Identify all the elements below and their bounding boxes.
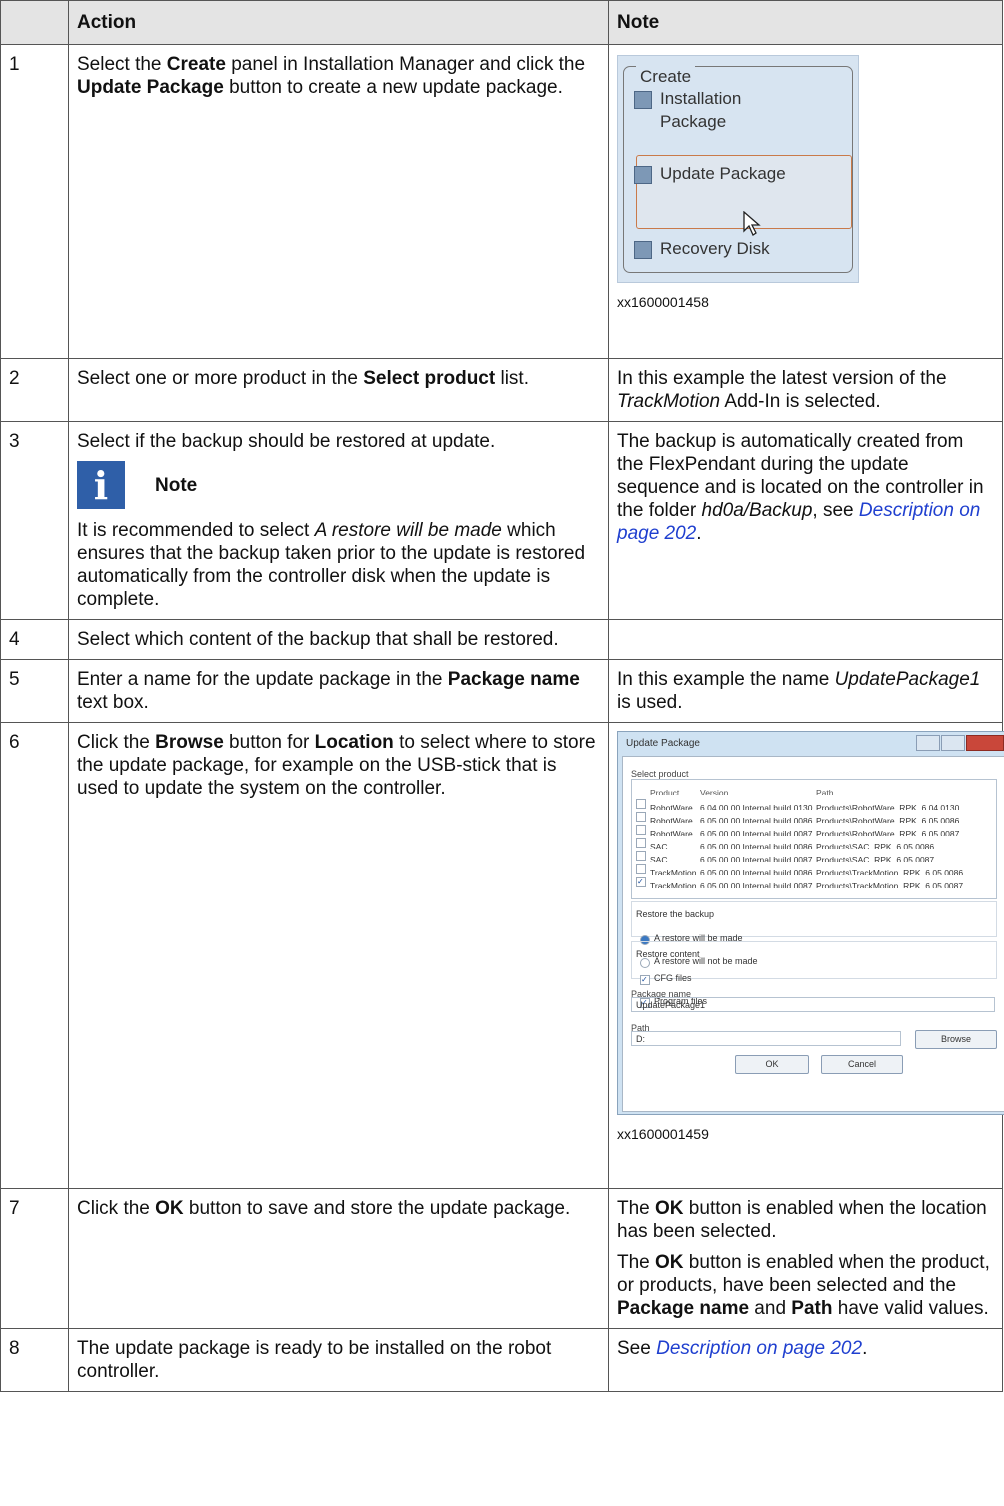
path-field[interactable]: D:: [631, 1031, 901, 1046]
product-checkbox[interactable]: [636, 799, 646, 809]
create-group: Create Installation Package Update Packa…: [623, 65, 853, 273]
minimize-icon[interactable]: [916, 735, 940, 751]
header-row: Action Note: [0, 0, 1003, 45]
header-note: Note: [608, 0, 1003, 45]
step-note: In this example the name UpdatePackage1 …: [608, 659, 1003, 723]
steps-table: Action Note 1 Select the Create panel in…: [0, 0, 1004, 1392]
note-block: i Note: [77, 461, 600, 509]
step-number: 4: [0, 619, 69, 660]
package-icon: [634, 91, 652, 109]
step-note: The OK button is enabled when the locati…: [608, 1188, 1003, 1329]
ok-button[interactable]: OK: [735, 1055, 809, 1074]
table-row: 1 Select the Create panel in Installatio…: [0, 44, 1003, 359]
step-number: 2: [0, 358, 69, 422]
image-caption: xx1600001458: [617, 294, 709, 310]
restore-backup-group: Restore the backup A restore will be mad…: [631, 901, 997, 968]
browse-button[interactable]: Browse: [915, 1030, 997, 1049]
product-row[interactable]: RobotWare 6.05.00.00 Internal build 0087 P…: [632, 823, 996, 836]
step-note: Update Package Select product Product Ve…: [608, 722, 1004, 1189]
mouse-cursor-icon: [743, 211, 761, 236]
image-caption: xx1600001459: [617, 1126, 709, 1142]
step-number: 7: [0, 1188, 69, 1329]
table-row: 4 Select which content of the backup tha…: [0, 619, 1003, 660]
table-row: 2 Select one or more product in the Sele…: [0, 358, 1003, 422]
step-action: The update package is ready to be instal…: [68, 1328, 609, 1392]
table-row: 7 Click the OK button to save and store …: [0, 1188, 1003, 1329]
package-icon: [634, 166, 652, 184]
table-row: 6 Click the Browse button for Location t…: [0, 722, 1004, 1189]
step-action: Click the OK button to save and store th…: [68, 1188, 609, 1329]
package-name-field[interactable]: UpdatePackage1: [631, 997, 995, 1012]
step-number: 3: [0, 421, 69, 620]
step-action: Click the Browse button for Location to …: [68, 722, 609, 1189]
disk-icon: [634, 241, 652, 259]
step-number: 5: [0, 659, 69, 723]
product-row[interactable]: SAC 6.05.00.00 Internal build 0087 Product…: [632, 849, 996, 862]
close-icon[interactable]: [966, 735, 1004, 751]
product-checkbox[interactable]: [636, 864, 646, 874]
step-note: The backup is automatically created from…: [608, 421, 1003, 620]
table-row: 3 Select if the backup should be restore…: [0, 421, 1003, 620]
note-title: Note: [155, 474, 198, 496]
step-action: Enter a name for the update package in t…: [68, 659, 609, 723]
product-list: Product Version Path RobotWare 6.04.00.00…: [631, 779, 997, 899]
step-note: In this example the latest version of th…: [608, 358, 1003, 422]
product-checkbox[interactable]: [636, 825, 646, 835]
header-num: [0, 0, 69, 45]
product-row[interactable]: TrackMotion 6.05.00.00 Internal build 008…: [632, 862, 996, 875]
product-row[interactable]: RobotWare 6.05.00.00 Internal build 0086 P…: [632, 810, 996, 823]
table-row: 5 Enter a name for the update package in…: [0, 659, 1003, 723]
step-action: Select if the backup should be restored …: [68, 421, 609, 620]
maximize-icon[interactable]: [941, 735, 965, 751]
product-row[interactable]: RobotWare 6.04.00.00 Internal build 0130 P…: [632, 797, 996, 810]
create-panel-screenshot: Create Installation Package Update Packa…: [617, 55, 859, 283]
product-checkbox[interactable]: ✓: [636, 877, 646, 887]
product-checkbox[interactable]: [636, 812, 646, 822]
recovery-disk-button[interactable]: Recovery Disk: [634, 237, 770, 260]
product-row[interactable]: ✓ TrackMotion 6.05.00.00 Internal build 00…: [632, 875, 996, 888]
dialog-body: Select product Product Version Path Robo…: [622, 756, 1004, 1112]
product-checkbox[interactable]: [636, 838, 646, 848]
step-action: Select one or more product in the Select…: [68, 358, 609, 422]
product-list-header: Product Version Path: [650, 788, 834, 795]
restore-content-group: Restore content ✓ CFG files ✓ Program file…: [631, 941, 997, 1008]
step-action: Select which content of the backup that …: [68, 619, 609, 660]
table-row: 8 The update package is ready to be inst…: [0, 1328, 1003, 1392]
header-action: Action: [68, 0, 609, 45]
step-number: 1: [0, 44, 69, 359]
step-number: 6: [0, 722, 69, 1189]
window-controls: [915, 735, 1004, 751]
step-number: 8: [0, 1328, 69, 1392]
installation-package-button[interactable]: Installation Package: [634, 87, 770, 133]
description-link[interactable]: Description on page 202: [656, 1338, 862, 1359]
step-action: Select the Create panel in Installation …: [68, 44, 609, 359]
update-package-dialog-screenshot: Update Package Select product Product Ve…: [617, 731, 1004, 1115]
update-package-label: Update Package: [634, 162, 786, 185]
step-note: Create Installation Package Update Packa…: [608, 44, 1003, 359]
product-row[interactable]: SAC 6.05.00.00 Internal build 0086 Product…: [632, 836, 996, 849]
cancel-button[interactable]: Cancel: [821, 1055, 903, 1074]
step-note: [608, 619, 1003, 660]
product-checkbox[interactable]: [636, 851, 646, 861]
info-icon: i: [77, 461, 125, 509]
step-note: See Description on page 202.: [608, 1328, 1003, 1392]
dialog-title: Update Package: [626, 737, 700, 749]
create-legend: Create: [636, 65, 696, 88]
